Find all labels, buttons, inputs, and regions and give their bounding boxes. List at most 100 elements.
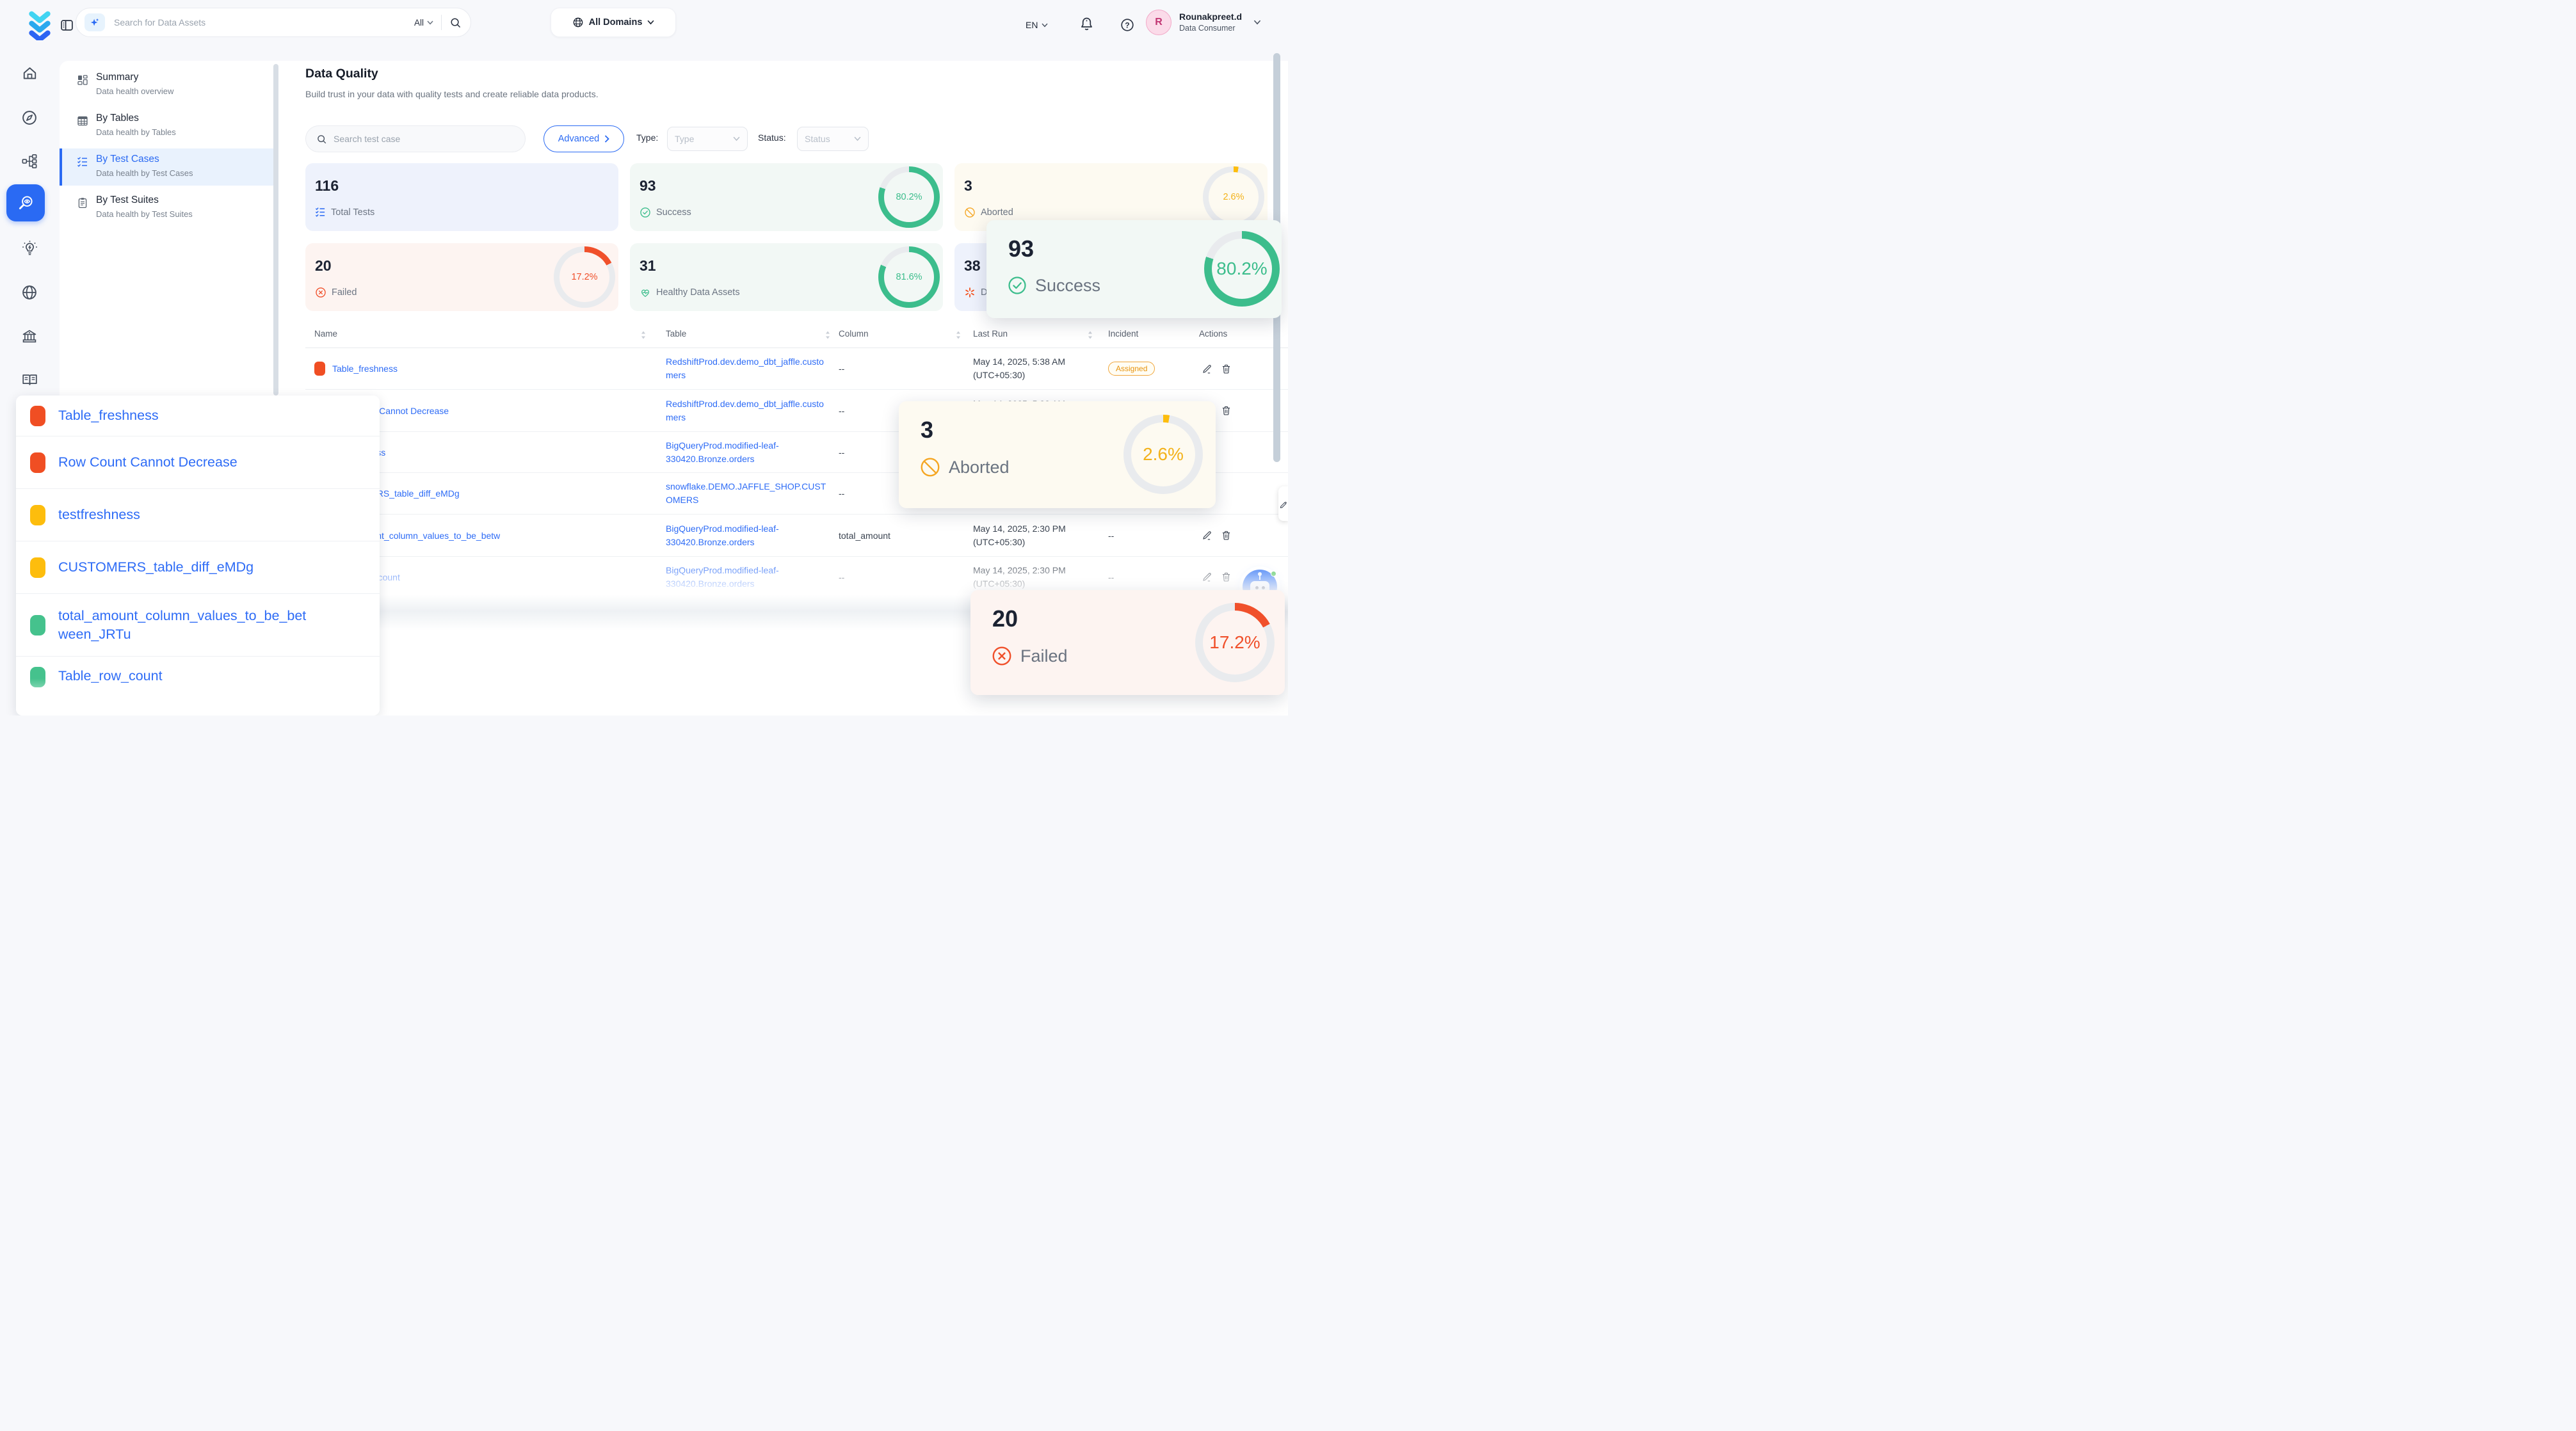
nav-insights[interactable] <box>18 237 41 260</box>
nav-data-quality[interactable] <box>6 184 45 221</box>
delete-button[interactable] <box>1221 530 1232 541</box>
type-filter-select[interactable]: Type <box>667 127 748 151</box>
table-link[interactable]: BigQueryProd.modified-leaf-330420.Bronze… <box>666 564 827 591</box>
card-value: 20 <box>992 605 1018 632</box>
search-submit-icon[interactable] <box>449 17 462 29</box>
notifications-button[interactable] <box>1079 17 1094 33</box>
edit-button[interactable] <box>1202 572 1212 582</box>
sort-icon[interactable] <box>1088 331 1093 339</box>
chevron-down-icon <box>733 136 740 141</box>
overlay-name-row: Table_freshness <box>16 396 380 436</box>
card-label: Total Tests <box>331 207 374 218</box>
sort-icon[interactable] <box>956 331 961 339</box>
table-link[interactable]: BigQueryProd.modified-leaf-330420.Bronze… <box>666 522 827 549</box>
incident-value: -- <box>1108 515 1191 556</box>
chevron-down-icon <box>1042 23 1048 28</box>
card-healthy-data-assets[interactable]: 31 Healthy Data Assets 81.6% <box>630 243 943 311</box>
nav-explore[interactable] <box>18 106 41 129</box>
table-link[interactable]: RedshiftProd.dev.demo_dbt_jaffle.custome… <box>666 355 827 382</box>
test-case-link[interactable]: total_amount_column_values_to_be_between… <box>58 607 316 644</box>
card-value: 31 <box>640 257 656 275</box>
card-failed[interactable]: 20 Failed 17.2% <box>305 243 618 311</box>
help-button[interactable]: ? <box>1120 18 1134 32</box>
last-run-value: May 14, 2025, 5:38 AM (UTC+05:30) <box>973 355 1086 382</box>
sidebar-collapse-button[interactable] <box>60 19 74 32</box>
marker-icon <box>1280 500 1288 508</box>
side-tool-tab[interactable] <box>1278 486 1288 521</box>
user-menu[interactable]: R Rounakpreet.d Data Consumer <box>1146 10 1261 35</box>
data-quality-magnifier-eye-icon <box>17 194 35 212</box>
table-link[interactable]: BigQueryProd.modified-leaf- <box>666 607 779 620</box>
nav-domains[interactable] <box>18 281 41 304</box>
sidebar-item-description: Data health overview <box>96 86 173 96</box>
language-dropdown[interactable]: EN <box>1026 20 1048 30</box>
edit-button[interactable] <box>1202 530 1212 541</box>
nav-lineage[interactable] <box>18 150 41 173</box>
lineage-graph-icon <box>21 153 38 170</box>
test-case-link[interactable]: Row Count Cannot Decrease <box>58 453 237 472</box>
app-logo[interactable] <box>27 11 52 40</box>
card-value: 3 <box>964 177 972 195</box>
sidebar-item-label: By Tables <box>96 113 139 124</box>
avatar: R <box>1146 10 1171 35</box>
column-header-name[interactable]: Name <box>314 329 337 339</box>
search-icon <box>316 134 327 145</box>
user-name: Rounakpreet.d <box>1179 11 1242 23</box>
ai-sparkle-icon[interactable] <box>85 13 105 31</box>
status-dot <box>30 406 45 426</box>
all-domains-dropdown[interactable]: All Domains <box>551 8 676 37</box>
status-placeholder: Status <box>805 134 830 144</box>
last-run-value: May 14, 2025, 2:30 PM (UTC+05:30) <box>973 522 1086 549</box>
test-case-search[interactable] <box>305 125 526 152</box>
success-donut: 80.2% <box>1204 231 1280 307</box>
test-case-link[interactable]: testfreshness <box>58 506 140 524</box>
sidebar-item-by-test-suites[interactable]: By Test Suites Data health by Test Suite… <box>60 189 273 227</box>
sidebar-item-by-tables[interactable]: By Tables Data health by Tables <box>60 108 273 145</box>
test-case-link[interactable]: CUSTOMERS_table_diff_eMDg <box>58 558 254 577</box>
table-link[interactable]: snowflake.DEMO.JAFFLE_SHOP.CUSTOMERS <box>666 480 827 507</box>
edit-button[interactable] <box>1202 364 1212 374</box>
sort-icon[interactable] <box>641 331 646 339</box>
sidebar-item-summary[interactable]: Summary Data health overview <box>60 67 273 104</box>
card-value: 38 <box>964 257 981 275</box>
delete-button[interactable] <box>1221 364 1232 374</box>
column-header-last-run[interactable]: Last Run <box>973 329 1008 339</box>
global-search-input[interactable] <box>114 17 414 28</box>
advanced-filter-button[interactable]: Advanced <box>543 125 624 152</box>
card-value: 3 <box>921 417 933 444</box>
column-value: -- <box>839 557 951 597</box>
last-run-value: May 14, 2025, 2:30 PM (UTC+05:30) <box>973 564 1086 591</box>
card-total-tests[interactable]: 116 Total Tests <box>305 163 618 231</box>
delete-button[interactable] <box>1221 572 1232 582</box>
clipboard-icon <box>77 197 88 209</box>
delete-button[interactable] <box>1221 405 1232 416</box>
column-header-table[interactable]: Table <box>666 329 686 339</box>
test-case-link[interactable]: Table_row_count <box>58 667 163 685</box>
card-success[interactable]: 93 Success 80.2% <box>630 163 943 231</box>
failed-donut: 17.2% <box>554 246 615 308</box>
nav-glossary[interactable] <box>18 368 41 391</box>
globe-icon <box>572 17 584 28</box>
overlay-name-row: Row Count Cannot Decrease <box>16 436 380 489</box>
search-scope-dropdown[interactable]: All <box>414 18 433 28</box>
global-search[interactable]: All <box>76 8 471 37</box>
sidebar-scrollbar[interactable] <box>273 64 278 396</box>
test-case-search-input[interactable] <box>334 134 525 144</box>
nav-governance[interactable] <box>18 325 41 348</box>
nav-home[interactable] <box>18 61 41 84</box>
test-case-link[interactable]: Table_freshness <box>58 406 159 425</box>
sidebar-item-label: By Test Cases <box>96 154 159 165</box>
table-header: Name Table Column Last Run Incident Acti… <box>305 321 1288 348</box>
test-case-link[interactable]: Table_freshness <box>332 364 398 374</box>
table-row: total_amount_column_values_to_be_betw Bi… <box>305 515 1288 557</box>
sidebar-item-by-test-cases[interactable]: By Test Cases Data health by Test Cases <box>60 148 273 186</box>
card-label: Failed <box>332 287 357 298</box>
language-label: EN <box>1026 20 1038 30</box>
sidebar-item-description: Data health by Tables <box>96 127 176 137</box>
status-filter-select[interactable]: Status <box>797 127 869 151</box>
table-link[interactable]: BigQueryProd.modified-leaf-330420.Bronze… <box>666 439 827 466</box>
column-header-column[interactable]: Column <box>839 329 869 339</box>
failed-donut: 17.2% <box>1195 603 1275 682</box>
table-link[interactable]: RedshiftProd.dev.demo_dbt_jaffle.custome… <box>666 397 827 424</box>
sort-icon[interactable] <box>825 331 830 339</box>
